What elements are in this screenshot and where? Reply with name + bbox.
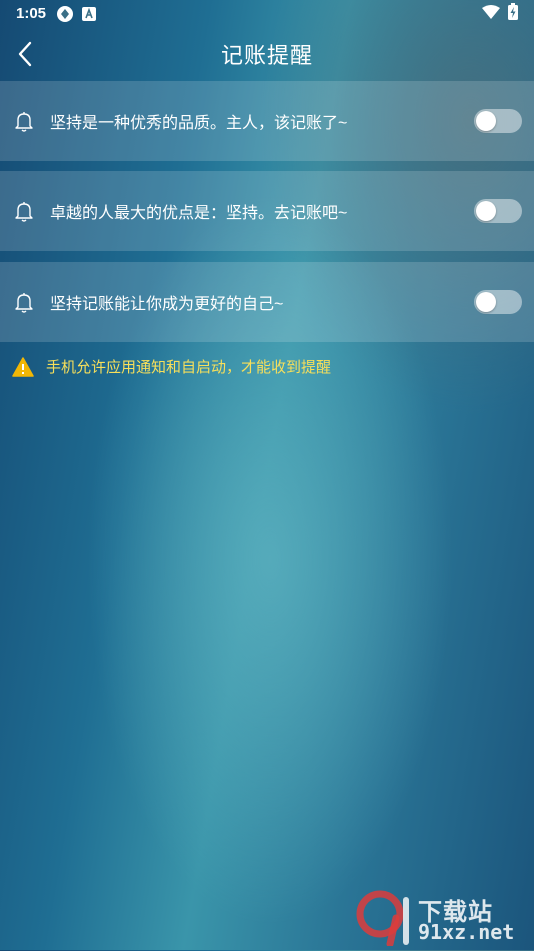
status-time: 1:05	[16, 5, 47, 22]
a-badge-icon	[82, 6, 97, 21]
page-title: 记账提醒	[220, 43, 313, 68]
toggle-knob	[476, 111, 496, 131]
watermark-logo-icon	[352, 890, 416, 948]
reminder-label: 卓越的人最大的优点是：坚持。去记账吧~	[50, 205, 348, 222]
aperture-icon	[56, 5, 74, 23]
status-right	[482, 3, 518, 24]
back-chevron-icon[interactable]	[14, 40, 38, 68]
notice-text: 手机允许应用通知和自启动，才能收到提醒	[46, 359, 332, 376]
bell-icon	[12, 199, 36, 223]
toggle-knob	[476, 201, 496, 221]
bell-icon	[12, 109, 36, 133]
reminder-row-3: 坚持记账能让你成为更好的自己~	[0, 262, 534, 342]
status-bar: 1:05	[0, 0, 534, 27]
reminder-row-2: 卓越的人最大的优点是：坚持。去记账吧~	[0, 171, 534, 251]
reminder-toggle-2[interactable]	[474, 199, 522, 223]
reminder-row-1: 坚持是一种优秀的品质。主人，该记账了~	[0, 81, 534, 161]
permission-notice: 手机允许应用通知和自启动，才能收到提醒	[12, 356, 331, 377]
reminder-toggle-1[interactable]	[474, 109, 522, 133]
watermark: 下载站 91xz.net	[352, 890, 528, 948]
app-header: 记账提醒	[0, 27, 534, 81]
watermark-bottom-text: 91xz.net	[418, 920, 515, 944]
warning-icon	[12, 356, 34, 377]
toggle-knob	[476, 292, 496, 312]
reminder-toggle-3[interactable]	[474, 290, 522, 314]
wifi-icon	[482, 4, 500, 23]
bell-icon	[12, 290, 36, 314]
battery-charging-icon	[508, 3, 518, 24]
reminder-label: 坚持记账能让你成为更好的自己~	[50, 296, 284, 313]
reminder-label: 坚持是一种优秀的品质。主人，该记账了~	[50, 115, 348, 132]
